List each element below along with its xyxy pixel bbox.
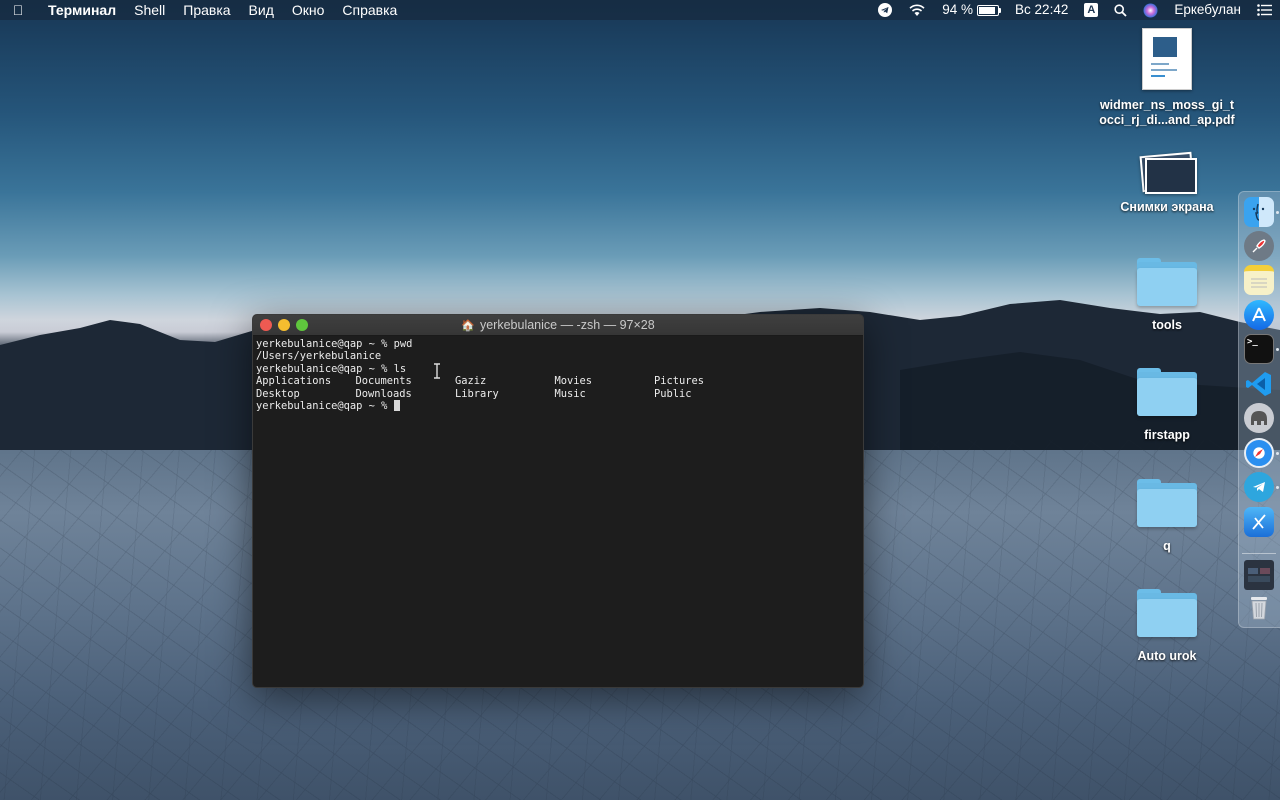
terminal-line: yerkebulanice@qap ~ % ls [256,362,407,375]
vscode-icon[interactable] [1244,369,1274,399]
menu-bar:  Терминал Shell Правка Вид Окно Справка… [0,0,1280,20]
minimize-button[interactable] [278,319,290,331]
ibeam-pointer-icon [434,363,440,379]
ls-entry: Pictures [654,375,705,388]
folder-icon [1137,368,1197,416]
terminal-prompt: yerkebulanice@qap ~ % [256,400,394,413]
ls-entry: Downloads [355,387,412,400]
menu-edit[interactable]: Правка [174,0,239,20]
folder-icon [1137,589,1197,637]
dock-separator [1242,553,1276,554]
home-folder-icon: 🏠 [461,319,475,332]
telegram-status-icon[interactable] [870,0,900,20]
menu-shell[interactable]: Shell [125,0,174,20]
folder-label: firstapp [1144,428,1190,442]
terminal-icon[interactable]: >_ [1244,334,1274,364]
terminal-line: yerkebulanice@qap ~ % pwd [256,338,413,350]
downloads-stack-icon[interactable] [1244,560,1274,590]
ls-entry: Public [654,387,692,400]
screenshots-label: Снимки экрана [1120,200,1214,214]
siri-icon[interactable] [1135,0,1166,20]
notes-icon[interactable] [1244,265,1274,295]
ls-entry: Music [554,387,586,400]
text-cursor [393,400,400,412]
telegram-icon[interactable] [1244,472,1274,502]
ls-entry: Applications [256,375,332,388]
desktop-folder-q[interactable]: q [1097,479,1237,554]
running-indicator [1276,211,1279,214]
notification-center-icon[interactable] [1249,0,1280,20]
ls-entry: Desktop [256,387,300,400]
finder-icon[interactable] [1244,197,1274,227]
dock: >_ [1238,191,1280,628]
terminal-title: yerkebulanice — -zsh — 97×28 [479,318,655,332]
screenshots-stack-icon [1139,151,1197,194]
terminal-prompt-line: yerkebulanice@qap ~ % [256,400,860,412]
desktop-item-pdf[interactable]: widmer_ns_moss_gi_t occi_rj_di...and_ap.… [1097,28,1237,128]
trash-icon[interactable] [1244,592,1274,622]
desktop-folder-tools[interactable]: tools [1097,258,1237,333]
battery-icon [977,4,1002,16]
launchpad-icon[interactable] [1244,231,1274,261]
running-indicator [1276,348,1279,351]
desktop-folder-auto-urok[interactable]: Auto urok [1097,589,1237,664]
running-indicator [1276,452,1279,455]
zoom-button[interactable] [296,319,308,331]
app-store-icon[interactable] [1244,300,1274,330]
folder-label: q [1163,539,1171,553]
terminal-titlebar[interactable]: 🏠 yerkebulanice — -zsh — 97×28 [253,315,863,336]
ls-entry: Movies [554,375,593,388]
spotlight-search-icon[interactable] [1106,0,1135,20]
pdf-file-label-line1: widmer_ns_moss_gi_t [1099,98,1235,112]
wifi-icon[interactable] [900,0,934,20]
ls-output-row: Desktop Downloads Library Music Public [256,388,860,400]
clock[interactable]: Вс 22:42 [1007,0,1076,20]
battery-percent: 94 % [942,2,974,17]
user-menu[interactable]: Еркебулан [1166,0,1249,20]
menu-help[interactable]: Справка [333,0,406,20]
terminal-line: /Users/yerkebulanice [256,350,382,363]
safari-icon[interactable] [1244,438,1274,468]
close-button[interactable] [260,319,272,331]
menu-app-name[interactable]: Терминал [36,0,125,20]
terminal-window[interactable]: 🏠 yerkebulanice — -zsh — 97×28 yerkebula… [252,314,864,688]
menu-window[interactable]: Окно [283,0,334,20]
ls-entry: Library [455,387,499,400]
folder-icon [1137,258,1197,306]
pdf-file-icon [1142,28,1192,90]
folder-icon [1137,479,1197,527]
desktop-item-screenshots[interactable]: Снимки экрана [1097,151,1237,215]
folder-label: tools [1152,318,1182,332]
running-indicator [1276,486,1279,489]
desktop-folder-firstapp[interactable]: firstapp [1097,368,1237,443]
battery-status[interactable]: 94 % [934,0,1007,20]
pdf-file-label-line2: occi_rj_di...and_ap.pdf [1099,113,1235,127]
ls-entry: Gaziz [455,375,487,388]
apple-icon[interactable]:  [0,2,36,18]
ls-output-row: Applications Documents Gaziz Movies Pictures [256,375,860,387]
xcode-icon[interactable] [1244,507,1274,537]
folder-label: Auto urok [1137,649,1197,663]
menu-view[interactable]: Вид [240,0,283,20]
terminal-content[interactable]: yerkebulanice@qap ~ % pwd/Users/yerkebul… [253,336,863,414]
input-source-icon[interactable]: A [1076,0,1106,20]
sequel-pro-icon[interactable] [1244,403,1274,433]
